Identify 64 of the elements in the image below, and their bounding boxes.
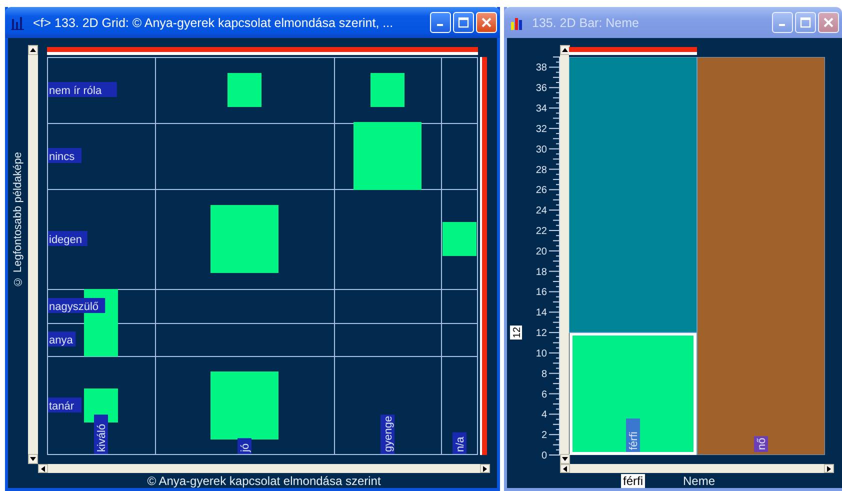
tick-label: 12	[536, 328, 547, 340]
row-label: nincs	[48, 148, 82, 163]
scroll-left-button[interactable]	[38, 464, 48, 473]
value-marker: 12	[510, 326, 523, 340]
tick-label: 18	[536, 266, 547, 278]
row-label: tanár	[48, 398, 82, 412]
grid-square	[370, 73, 404, 107]
category-label: férfi	[626, 418, 640, 452]
window-title: 135. 2D Bar: Neme	[532, 16, 640, 30]
maximize-icon	[800, 17, 811, 28]
category-label: nő	[754, 436, 768, 452]
axis-title: Neme	[683, 474, 716, 488]
grid-square	[210, 372, 278, 440]
scroll-up-button[interactable]	[560, 45, 570, 55]
tick-label: 28	[536, 164, 547, 176]
axis-title: © Anya-gyerek kapcsolat elmondása szerint	[147, 474, 381, 488]
tick-label: 20	[536, 246, 547, 258]
row-label: nem ír róla	[48, 82, 117, 97]
tick-label: 30	[536, 144, 547, 156]
tick-label: 26	[536, 185, 547, 196]
scroll-up-button[interactable]	[28, 45, 38, 55]
tick-label: 8	[541, 368, 547, 380]
category-marker: férfi	[620, 474, 645, 488]
tick-label: 22	[536, 226, 547, 237]
horizontal-scrollbar[interactable]	[38, 464, 490, 473]
close-icon	[823, 17, 834, 28]
grid-square	[84, 322, 118, 356]
scroll-right-button[interactable]	[480, 464, 490, 473]
tick-label: 32	[536, 124, 547, 135]
tick-label: 34	[536, 104, 547, 115]
vertical-scrollbar[interactable]	[28, 45, 38, 464]
grid-square	[210, 205, 278, 273]
grid-square	[84, 388, 118, 422]
tick-label: 16	[536, 287, 547, 298]
tick-label: 38	[536, 62, 547, 74]
grid-square	[354, 122, 422, 190]
window-title: <f> 133. 2D Grid: © Anya-gyerek kapcsolat elmondása szerint, ...	[33, 16, 394, 30]
bar-chart-icon	[510, 16, 524, 30]
bar-chart-icon	[11, 16, 25, 30]
column-label: jó	[238, 438, 252, 454]
row-label: nagyszülő	[48, 298, 106, 313]
column-label: n/a	[452, 432, 466, 454]
tick-label: 14	[536, 308, 547, 319]
scroll-left-button[interactable]	[560, 464, 570, 473]
row-label: idegen	[48, 231, 88, 246]
tick-label: 10	[536, 348, 547, 360]
maximize-icon	[458, 17, 469, 28]
tick-label: 0	[541, 450, 547, 462]
tick-label: 36	[536, 83, 547, 94]
tick-label: 4	[541, 410, 547, 421]
scroll-down-button[interactable]	[560, 454, 570, 464]
grid-square	[228, 73, 262, 107]
tick-label: 2	[541, 430, 547, 442]
column-label: gyenge	[380, 414, 394, 454]
row-label: anya	[48, 332, 76, 346]
column-label: kiváló	[94, 414, 108, 454]
scroll-down-button[interactable]	[28, 454, 38, 464]
close-icon	[481, 17, 492, 28]
tick-label: 24	[536, 206, 547, 217]
grid-square	[442, 222, 476, 256]
scroll-right-button[interactable]	[824, 464, 834, 473]
tick-label: 6	[541, 389, 547, 400]
axis-title: © Legfontosabb példaképe	[12, 152, 24, 288]
x-tick-label: férfi	[628, 432, 640, 450]
